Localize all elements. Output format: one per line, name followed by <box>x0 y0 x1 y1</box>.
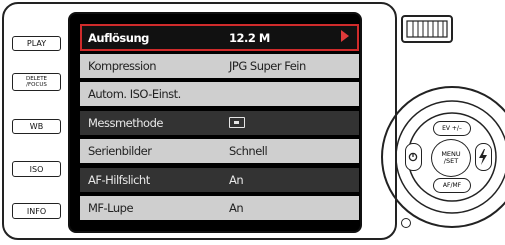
af-mf-button[interactable]: AF/MF <box>433 178 471 193</box>
menu-row-label: MF-Lupe <box>88 201 134 215</box>
menu-row-value: An <box>229 173 244 187</box>
menu-row-kompression[interactable]: Kompression JPG Super Fein <box>80 54 359 78</box>
ev-button-label: EV +/– <box>442 125 462 132</box>
self-timer-button[interactable] <box>405 143 422 171</box>
menu-row-serienbilder[interactable]: Serienbilder Schnell <box>80 139 359 163</box>
play-button-label: PLAY <box>26 39 47 48</box>
menu-row-aufloesung[interactable]: Auflösung 12.2 M <box>80 26 359 50</box>
submenu-arrow-icon <box>341 30 349 42</box>
delete-focus-button[interactable]: DELETE /FOCUS <box>12 73 61 91</box>
ev-button[interactable]: EV +/– <box>433 121 471 136</box>
menu-row-value: An <box>229 201 244 215</box>
menu-row-value: JPG Super Fein <box>229 59 306 73</box>
menu-row-messmethode[interactable]: Messmethode <box>80 111 359 135</box>
wb-button-label: WB <box>29 122 44 131</box>
thumbwheel[interactable] <box>401 15 453 43</box>
menu-row-label: Auflösung <box>88 31 149 45</box>
menu-row-label: Messmethode <box>88 116 163 130</box>
menu-set-button[interactable]: MENU /SET <box>431 139 471 177</box>
settings-menu: Auflösung 12.2 M Kompression JPG Super F… <box>80 25 359 224</box>
iso-button-label: ISO <box>29 164 44 174</box>
menu-row-mf-lupe[interactable]: MF-Lupe An <box>80 196 359 220</box>
af-mf-button-label: AF/MF <box>442 182 462 189</box>
menu-row-label: Autom. ISO-Einst. <box>88 87 181 101</box>
spot-metering-icon <box>229 117 245 128</box>
menu-row-label: Kompression <box>88 59 157 73</box>
iso-button[interactable]: ISO <box>12 161 61 177</box>
menu-row-auto-iso[interactable]: Autom. ISO-Einst. <box>80 82 359 106</box>
info-button[interactable]: INFO <box>12 203 61 219</box>
menu-set-label-line2: /SET <box>443 157 459 165</box>
menu-row-label: Serienbilder <box>88 144 152 158</box>
self-timer-icon <box>408 152 418 162</box>
flash-button[interactable] <box>475 143 492 171</box>
menu-row-value: 12.2 M <box>229 31 270 45</box>
menu-row-af-hilfslicht[interactable]: AF-Hilfslicht An <box>80 168 359 192</box>
delete-focus-label-line2: /FOCUS <box>26 82 47 88</box>
status-led <box>401 218 411 228</box>
info-button-label: INFO <box>26 206 47 216</box>
menu-row-value: Schnell <box>229 144 268 158</box>
thumbwheel-ridges-icon <box>406 20 448 38</box>
play-button[interactable]: PLAY <box>12 36 61 51</box>
wb-button[interactable]: WB <box>12 119 61 134</box>
menu-row-label: AF-Hilfslicht <box>88 173 150 187</box>
flash-icon <box>479 149 487 165</box>
